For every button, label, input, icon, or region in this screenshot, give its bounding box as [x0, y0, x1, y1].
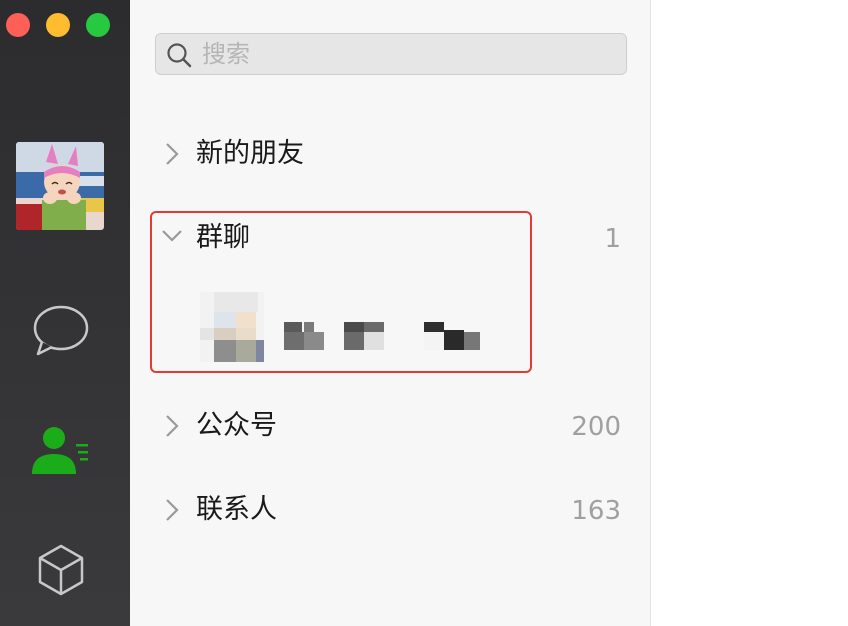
zoom-window-button[interactable] — [86, 13, 110, 37]
chevron-right-icon — [164, 497, 180, 523]
search-input[interactable] — [202, 38, 602, 70]
contacts-icon[interactable] — [30, 420, 92, 482]
detail-pane — [652, 0, 848, 626]
search-icon — [166, 42, 192, 68]
avatar[interactable] — [16, 142, 104, 230]
section-count: 163 — [571, 496, 621, 526]
sidebar — [0, 0, 130, 626]
section-label: 联系人 — [196, 494, 277, 525]
section-official-accounts[interactable]: 公众号 200 — [130, 396, 651, 456]
mini-program-cube-icon[interactable] — [30, 540, 92, 602]
section-label: 公众号 — [196, 410, 277, 441]
section-new-friends[interactable]: 新的朋友 — [130, 124, 651, 184]
section-contacts[interactable]: 联系人 163 — [130, 480, 651, 540]
search-box[interactable] — [155, 33, 627, 75]
contacts-panel: 新的朋友 群聊 1 — [130, 0, 651, 626]
section-count: 1 — [604, 224, 621, 254]
minimize-window-button[interactable] — [46, 13, 70, 37]
section-count: 200 — [571, 412, 621, 442]
close-window-button[interactable] — [6, 13, 30, 37]
highlight-box — [150, 211, 532, 373]
wechat-window: 新的朋友 群聊 1 — [0, 0, 848, 626]
chevron-right-icon — [164, 141, 180, 167]
chevron-right-icon — [164, 413, 180, 439]
section-label: 新的朋友 — [196, 138, 304, 169]
chat-bubble-icon[interactable] — [30, 300, 92, 362]
